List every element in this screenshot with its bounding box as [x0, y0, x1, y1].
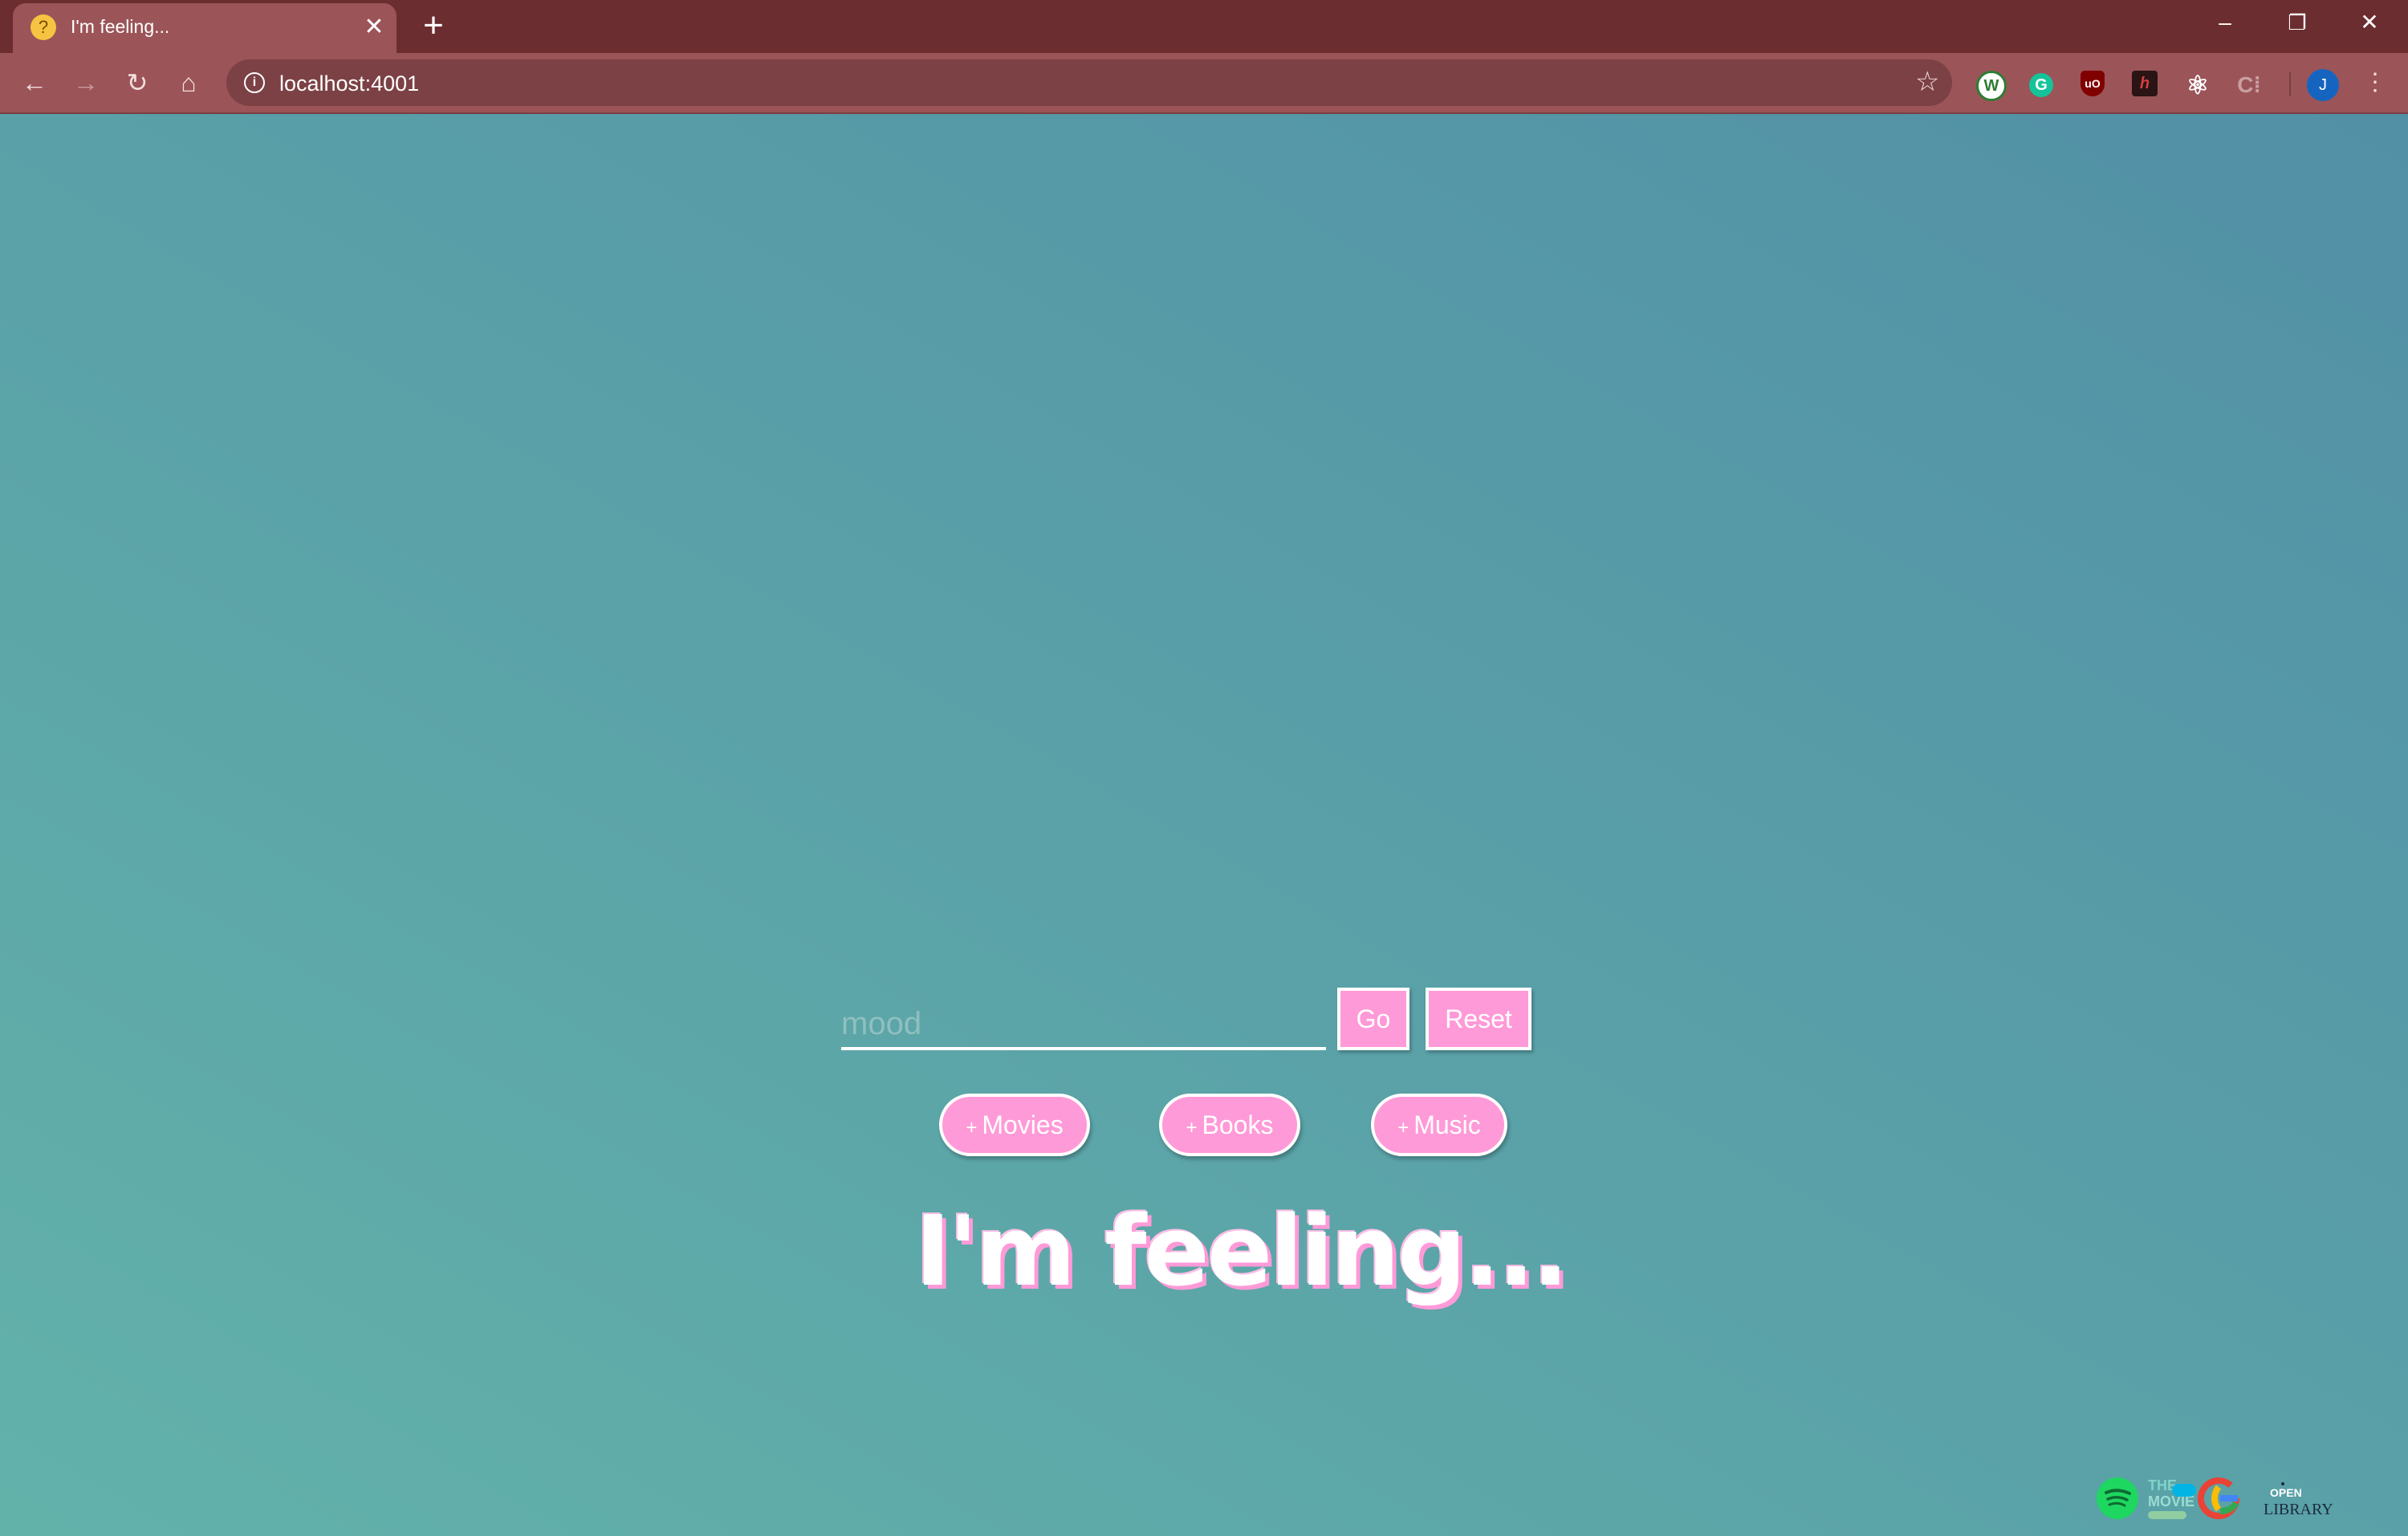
- home-icon[interactable]: ⌂: [170, 64, 207, 101]
- page-title: I'm feeling...: [915, 1196, 1569, 1308]
- movies-label: Movies: [982, 1110, 1064, 1139]
- thinking-face-icon: ?: [31, 14, 56, 40]
- new-tab-icon[interactable]: +: [414, 8, 453, 47]
- openlibrary-text-bottom: LIBRARY: [2264, 1501, 2333, 1518]
- bookmark-star-icon[interactable]: ☆: [1915, 66, 1939, 98]
- close-window-icon[interactable]: ✕: [2345, 5, 2394, 40]
- add-books-button[interactable]: + Books: [1159, 1094, 1300, 1156]
- books-label: Books: [1202, 1110, 1274, 1139]
- address-bar[interactable]: i localhost:4001 ☆: [226, 59, 1952, 106]
- page-background: [0, 114, 2408, 1536]
- hypothesis-icon[interactable]: h: [2132, 71, 2158, 96]
- open-library-logo[interactable]: OPEN LIBRARY: [2264, 1482, 2333, 1518]
- forward-arrow-icon[interactable]: →: [67, 64, 104, 101]
- toolbar-divider: [2289, 72, 2291, 96]
- minimize-icon[interactable]: –: [2201, 5, 2249, 40]
- url-text[interactable]: localhost:4001: [279, 71, 419, 96]
- back-arrow-icon[interactable]: ←: [16, 64, 53, 101]
- reload-icon[interactable]: ↻: [119, 64, 156, 101]
- google-logo[interactable]: [2198, 1477, 2240, 1520]
- close-tab-icon[interactable]: ✕: [360, 13, 388, 42]
- browser-tab-bar: ? I'm feeling... ✕ + – ❐ ✕: [0, 0, 2408, 53]
- mood-input[interactable]: [841, 1000, 1326, 1050]
- add-movies-button[interactable]: + Movies: [939, 1094, 1090, 1156]
- grammarly-icon[interactable]: G: [2029, 73, 2053, 97]
- api-logos: THE MOVIE OPEN LIBRARY: [2097, 1477, 2333, 1520]
- restore-icon[interactable]: ❐: [2273, 5, 2321, 40]
- info-icon[interactable]: i: [244, 72, 265, 93]
- w-extension-icon[interactable]: W: [1976, 71, 2007, 101]
- react-devtools-icon[interactable]: ⚛: [2183, 71, 2212, 100]
- plus-icon: +: [966, 1117, 978, 1139]
- tab-title: I'm feeling...: [71, 16, 170, 37]
- browser-tab[interactable]: ? I'm feeling... ✕: [13, 3, 397, 53]
- add-music-button[interactable]: + Music: [1371, 1094, 1507, 1156]
- plus-icon: +: [1397, 1117, 1409, 1139]
- music-label: Music: [1413, 1110, 1481, 1139]
- browser-toolbar: ← → ↻ ⌂ i localhost:4001 ☆ W G uO h ⚛ C⁞…: [0, 53, 2408, 114]
- go-button[interactable]: Go: [1337, 988, 1409, 1050]
- reset-button[interactable]: Reset: [1426, 988, 1531, 1050]
- spotify-logo[interactable]: [2097, 1477, 2138, 1519]
- extension-icon[interactable]: C⁞: [2235, 71, 2264, 100]
- menu-kebab-icon[interactable]: ⋮: [2357, 64, 2394, 101]
- profile-avatar[interactable]: J: [2307, 69, 2339, 101]
- the-movie-db-logo[interactable]: THE MOVIE: [2148, 1477, 2196, 1519]
- ublock-origin-icon[interactable]: uO: [2081, 71, 2105, 96]
- plus-icon: +: [1186, 1117, 1198, 1139]
- openlibrary-text-top: OPEN: [2270, 1486, 2302, 1499]
